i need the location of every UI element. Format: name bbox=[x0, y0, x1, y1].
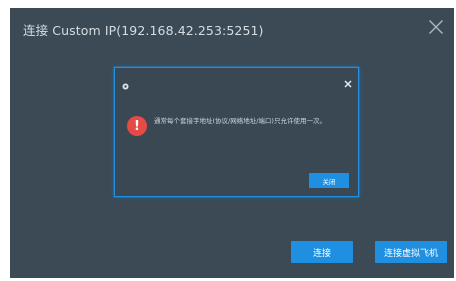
close-icon[interactable] bbox=[428, 19, 444, 35]
connect-virtual-aircraft-button[interactable]: 连接虚拟飞机 bbox=[375, 241, 447, 263]
alert-close-icon[interactable] bbox=[344, 73, 352, 88]
connect-dialog: 连接 Custom IP(192.168.42.253:5251) ! 通常每个… bbox=[10, 8, 454, 278]
dialog-title: 连接 Custom IP(192.168.42.253:5251) bbox=[23, 23, 264, 38]
alert-message: 通常每个套接字地址(协议/网络地址/端口)只允许使用一次。 bbox=[154, 117, 326, 125]
error-icon: ! bbox=[127, 116, 147, 136]
connect-button[interactable]: 连接 bbox=[291, 241, 353, 263]
error-alert-dialog: ! 通常每个套接字地址(协议/网络地址/端口)只允许使用一次。 关闭 bbox=[114, 67, 359, 197]
app-logo-icon bbox=[122, 75, 129, 90]
alert-close-button[interactable]: 关闭 bbox=[309, 173, 349, 188]
